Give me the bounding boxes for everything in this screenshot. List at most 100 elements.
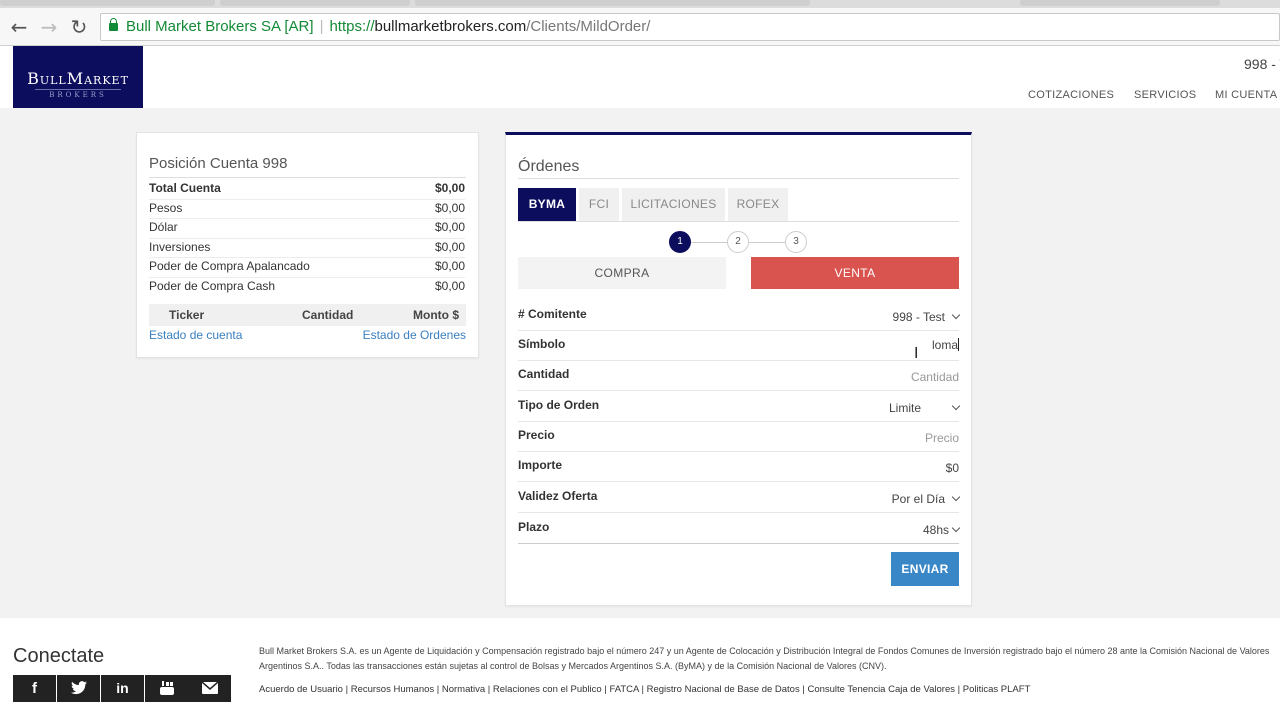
send-button[interactable]: ENVIAR <box>891 552 959 586</box>
field-label: Validez Oferta <box>518 489 598 503</box>
site-header: BullMarket BROKERS 998 - T COTIZACIONES … <box>0 46 1280 108</box>
legal-line: Bull Market Brokers S.A. es un Agente de… <box>259 646 1270 656</box>
tab-fci[interactable]: FCI <box>579 188 619 221</box>
column-header-cantidad[interactable]: Cantidad <box>302 304 353 326</box>
text-caret <box>958 338 959 351</box>
browser-tab[interactable] <box>415 0 810 6</box>
browser-tab[interactable] <box>1020 0 1220 6</box>
symbol-input[interactable]: loma <box>932 338 959 352</box>
legal-line: Argentinos S.A.. Todas las transacciones… <box>259 661 887 671</box>
footer-title: Conectate <box>13 645 105 667</box>
divider <box>518 178 959 179</box>
field-label: Cantidad <box>518 367 570 381</box>
position-row: Inversiones $0,00 <box>149 239 465 258</box>
field-label: Precio <box>518 428 555 442</box>
omnibox-separator: | <box>319 18 324 35</box>
select-value: 998 - Test <box>892 310 945 324</box>
logo-sub-text: BROKERS <box>35 89 121 99</box>
youtube-icon[interactable] <box>145 675 188 702</box>
legal-disclaimer: Bull Market Brokers S.A. es un Agente de… <box>259 644 1280 674</box>
address-bar[interactable]: Bull Market Brokers SA [AR] | https://bull… <box>100 13 1280 41</box>
field-row-simbolo: Símbolo loma <box>518 331 959 361</box>
url-path: /Clients/MildOrder/ <box>526 18 651 35</box>
email-icon[interactable] <box>188 675 231 702</box>
account-id[interactable]: 998 - T <box>1244 56 1280 72</box>
position-row: Dólar $0,00 <box>149 219 465 239</box>
field-row-validez: Validez Oferta Por el Día <box>518 483 961 513</box>
quantity-input[interactable]: Cantidad <box>911 370 959 384</box>
position-row: Poder de Compra Cash $0,00 <box>149 278 465 298</box>
field-label: # Comitente <box>518 307 587 321</box>
browser-tabstrip <box>0 0 1280 8</box>
comitente-select[interactable]: 998 - Test <box>892 310 961 324</box>
term-select[interactable]: 48hs <box>922 523 961 537</box>
nav-cotizaciones[interactable]: COTIZACIONES <box>1028 89 1114 101</box>
row-label: Total Cuenta <box>149 181 221 195</box>
logo[interactable]: BullMarket BROKERS <box>13 46 143 108</box>
amount-value: $0 <box>945 461 959 475</box>
row-label: Pesos <box>149 200 183 215</box>
account-statement-link[interactable]: Estado de cuenta <box>149 328 242 342</box>
twitter-icon[interactable] <box>57 675 100 702</box>
select-value: 48hs <box>922 523 949 537</box>
row-value: $0,00 <box>434 239 465 254</box>
row-value: $0,00 <box>434 200 465 215</box>
row-value: $0,00 <box>434 259 465 273</box>
position-panel: Posición Cuenta 998 Total Cuenta $0,00 P… <box>136 132 479 358</box>
tab-licitaciones[interactable]: LICITACIONES <box>622 188 725 221</box>
step-1: 1 <box>669 231 691 253</box>
site-identity: Bull Market Brokers SA [AR] <box>126 18 314 35</box>
browser-tab[interactable] <box>220 0 410 6</box>
input-value: loma <box>931 338 958 352</box>
field-row-tipo: Tipo de Orden Limite <box>518 392 961 422</box>
price-input[interactable]: Precio <box>925 431 959 445</box>
field-row-cantidad: Cantidad Cantidad <box>518 361 959 391</box>
chevron-down-icon <box>951 401 961 411</box>
reload-icon[interactable]: ↻ <box>68 16 90 38</box>
text-cursor-icon: I <box>914 344 919 362</box>
select-value: Por el Día <box>891 492 945 506</box>
facebook-icon[interactable]: f <box>13 675 56 702</box>
column-header-monto[interactable]: Monto $ <box>413 304 459 326</box>
field-label: Plazo <box>518 520 550 534</box>
select-value: Limite <box>888 401 921 415</box>
position-row: Total Cuenta $0,00 <box>149 180 465 200</box>
linkedin-icon[interactable]: in <box>101 675 144 702</box>
nav-servicios[interactable]: SERVICIOS <box>1134 89 1196 101</box>
footer: Conectate f in Bull Market Brokers S.A. … <box>0 618 1280 720</box>
orders-panel: Órdenes BYMA FCI LICITACIONES ROFEX 1 2 … <box>505 132 972 606</box>
step-connector <box>749 242 785 243</box>
step-3: 3 <box>785 231 807 253</box>
column-header-ticker[interactable]: Ticker <box>169 304 204 326</box>
field-row-comitente: # Comitente 998 - Test <box>518 301 961 331</box>
order-type-select[interactable]: Limite <box>888 401 961 415</box>
nav-mi-cuenta[interactable]: MI CUENTA <box>1215 89 1277 101</box>
row-label: Poder de Compra Cash <box>149 278 276 293</box>
row-value: $0,00 <box>434 278 465 293</box>
tab-byma[interactable]: BYMA <box>518 188 576 221</box>
chevron-down-icon <box>951 523 961 533</box>
field-row-importe: Importe $0 <box>518 452 959 482</box>
row-label: Inversiones <box>149 239 211 254</box>
forward-arrow-icon[interactable]: → <box>38 16 60 38</box>
browser-toolbar: ← → ↻ Bull Market Brokers SA [AR] | https:… <box>0 8 1280 46</box>
row-label: Dólar <box>149 220 178 234</box>
field-row-precio: Precio Precio <box>518 422 959 452</box>
url-scheme: https:// <box>329 18 375 35</box>
buy-button[interactable]: COMPRA <box>518 257 726 289</box>
validity-select[interactable]: Por el Día <box>891 492 961 506</box>
position-row: Pesos $0,00 <box>149 200 465 219</box>
chevron-down-icon <box>951 310 961 320</box>
step-connector <box>691 242 727 243</box>
orders-title: Órdenes <box>518 158 580 175</box>
sell-button[interactable]: VENTA <box>751 257 959 289</box>
step-2: 2 <box>727 231 749 253</box>
field-label: Importe <box>518 458 563 472</box>
browser-tab[interactable] <box>0 0 215 6</box>
row-value: $0,00 <box>434 220 465 234</box>
orders-statement-link[interactable]: Estado de Ordenes <box>363 328 466 342</box>
footer-links[interactable]: Acuerdo de Usuario | Recursos Humanos | … <box>259 684 1030 695</box>
tab-rofex[interactable]: ROFEX <box>728 188 788 221</box>
lock-icon <box>109 18 118 31</box>
back-arrow-icon[interactable]: ← <box>8 16 30 38</box>
